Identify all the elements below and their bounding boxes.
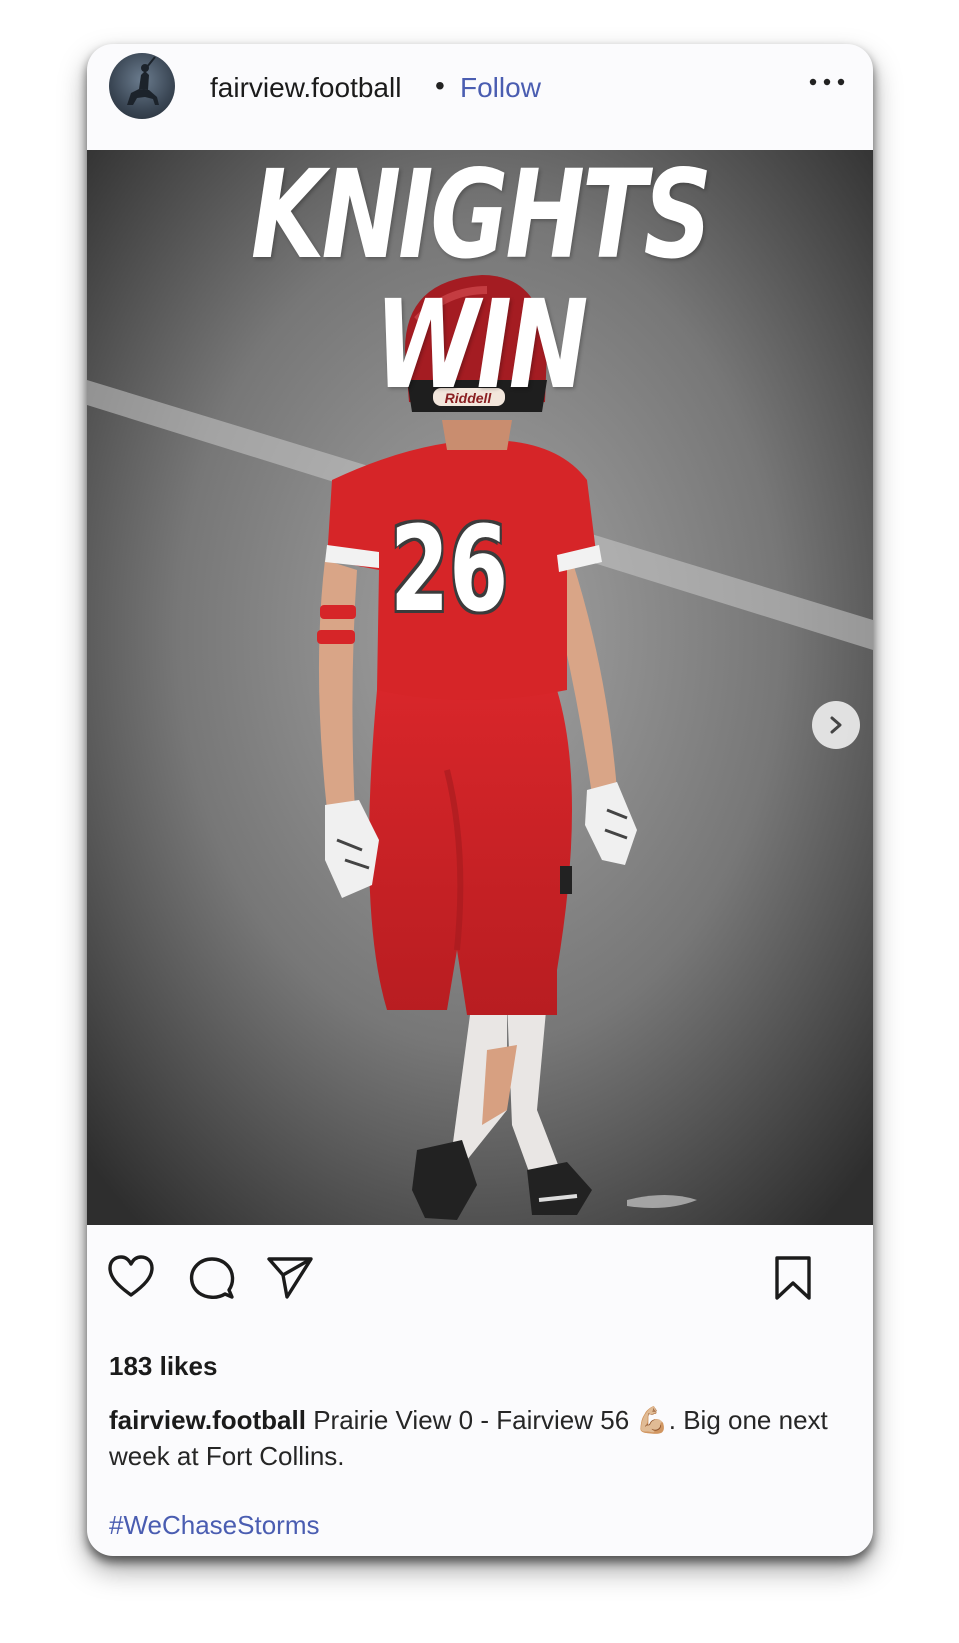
more-horizontal-icon [809, 78, 845, 86]
headline-text: KNIGHTS WIN [250, 150, 712, 416]
caption-username[interactable]: fairview.football [109, 1405, 306, 1435]
share-button[interactable] [267, 1255, 313, 1304]
more-options-button[interactable] [805, 62, 849, 102]
save-button[interactable] [773, 1255, 813, 1306]
separator-dot: • [435, 70, 445, 101]
post-caption: fairview.football Prairie View 0 - Fairv… [109, 1402, 849, 1474]
send-icon [267, 1257, 313, 1299]
post-card: fairview.football • Follow KNIGHTS WIN R… [87, 44, 873, 1556]
post-header: fairview.football • Follow [87, 44, 873, 150]
like-count[interactable]: 183 likes [109, 1351, 217, 1382]
chevron-right-icon [830, 716, 842, 734]
jersey-number: 26 [390, 500, 509, 638]
hashtag-link[interactable]: #WeChaseStorms [109, 1510, 320, 1541]
post-username[interactable]: fairview.football [210, 72, 401, 104]
avatar[interactable] [109, 53, 175, 119]
comment-button[interactable] [188, 1255, 236, 1306]
helmet-brand-text: Riddell [444, 390, 492, 406]
heart-icon [108, 1255, 154, 1297]
follow-button[interactable]: Follow [460, 72, 541, 104]
comment-icon [189, 1257, 235, 1299]
bookmark-icon [775, 1256, 811, 1300]
post-image[interactable]: KNIGHTS WIN Riddell 26 [87, 150, 873, 1225]
action-bar [87, 1225, 873, 1325]
next-image-button[interactable] [812, 701, 860, 749]
like-button[interactable] [107, 1255, 155, 1304]
